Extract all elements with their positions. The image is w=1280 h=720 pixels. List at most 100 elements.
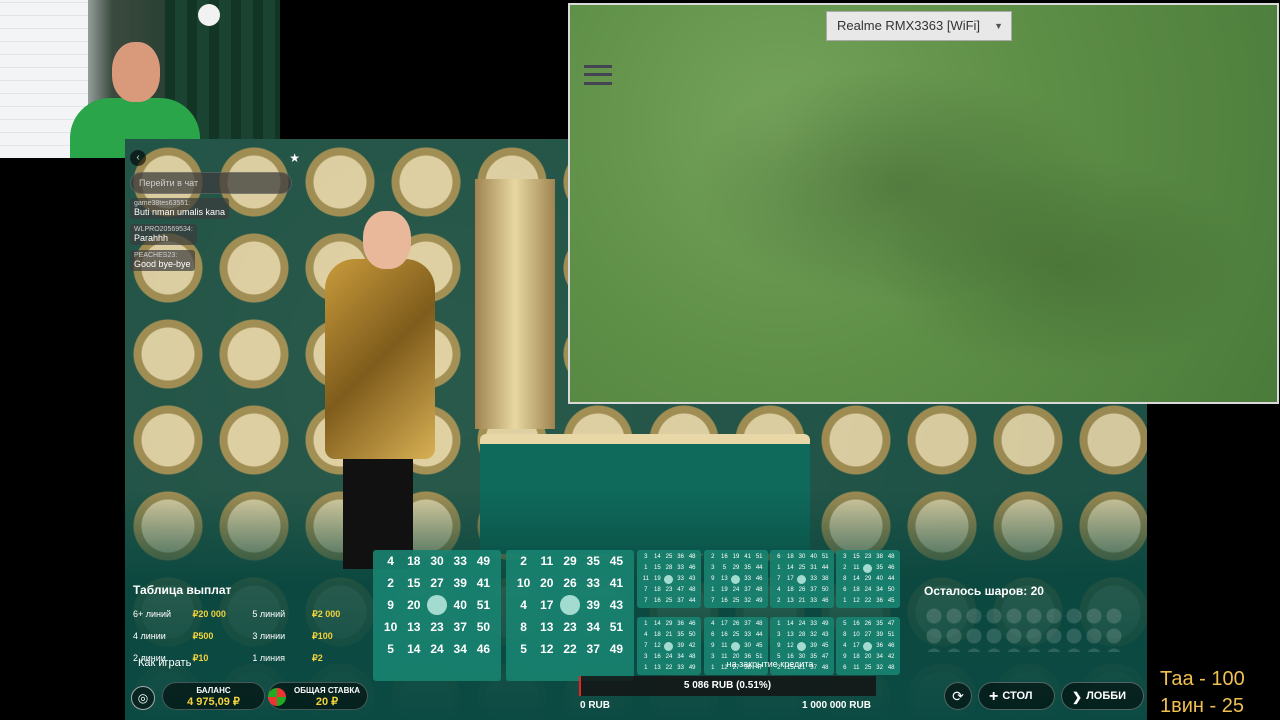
card-cell: 12 xyxy=(654,643,661,649)
card-cell: 13 xyxy=(540,620,554,634)
chat-bubble: game38tes63551: Buti nman umalis kana xyxy=(130,198,230,219)
chip-icon[interactable]: ◎ xyxy=(131,686,155,710)
card-cell: 11 xyxy=(721,643,728,649)
card-cell: 48 xyxy=(755,587,763,593)
card-cell: 38 xyxy=(876,554,883,560)
card-cell: 11 xyxy=(853,565,860,571)
card-cell: 29 xyxy=(665,621,673,627)
how-to-play-link[interactable]: Как играть xyxy=(138,657,191,669)
card-cell: 25 xyxy=(732,598,740,604)
camera-shadow xyxy=(870,155,1250,375)
card-cell: 37 xyxy=(744,587,751,593)
bingo-card[interactable]: 2 16 19 41 51 3 5 29 35 44 9 13 33 46 1 19 24 37 48 7 16 25 32… xyxy=(704,550,768,608)
card-cell: 39 xyxy=(453,576,467,590)
card-cell: 4 xyxy=(777,587,781,593)
card-cell: 3 xyxy=(644,554,648,560)
marked-cell xyxy=(862,641,874,651)
card-cell: 18 xyxy=(407,554,421,568)
card-cell: 7 xyxy=(711,598,715,604)
chat-author: PEACHES23: xyxy=(134,252,178,259)
card-cell: 34 xyxy=(453,642,467,656)
lobby-button[interactable]: ❯ ЛОББИ xyxy=(1061,682,1144,710)
card-cell: 26 xyxy=(732,621,740,627)
card-cell: 8 xyxy=(520,620,527,634)
card-cell: 33 xyxy=(810,621,817,627)
device-select-label: Realme RMX3363 [WiFi] xyxy=(837,18,981,33)
card-cell: 6 xyxy=(843,587,847,593)
card-cell: 20 xyxy=(540,576,554,590)
card-cell: 41 xyxy=(744,554,751,560)
payout-row: 6+ линий ₽20 000 5 линий ₽2 000 xyxy=(133,609,368,620)
payout-amount: ₽2 000 xyxy=(311,609,341,619)
card-cell: 37 xyxy=(810,587,817,593)
card-cell: 5 xyxy=(520,642,527,656)
chat-message: PEACHES23: Good bye-bye xyxy=(130,246,300,272)
hamburger-menu-icon[interactable] xyxy=(584,65,612,85)
card-cell: 16 xyxy=(721,554,728,560)
card-cell: 17 xyxy=(721,621,728,627)
balance-value: 4 975,09 ₽ xyxy=(187,696,240,708)
card-cell: 11 xyxy=(642,576,649,582)
card-cell: 51 xyxy=(476,598,491,612)
ball-tracker xyxy=(924,606,1124,652)
payout-amount: ₽100 xyxy=(311,631,333,641)
card-cell: 39 xyxy=(876,632,883,638)
bingo-card[interactable]: 3 14 25 36 48 1 15 28 33 46 11 19 33 43 7 18 23 47 48 7 16 25… xyxy=(637,550,701,608)
card-cell: 45 xyxy=(821,643,829,649)
card-cell: 1 xyxy=(843,598,847,604)
card-cell: 33 xyxy=(586,576,600,590)
chat-messages: game38tes63551: Buti nman umalis kana WLPR… xyxy=(130,194,300,272)
card-cell: 26 xyxy=(864,621,872,627)
card-cell: 22 xyxy=(563,642,577,656)
card-cell: 21 xyxy=(798,598,806,604)
card-cell: 34 xyxy=(876,587,883,593)
card-cell: 9 xyxy=(711,576,715,582)
card-cell: 33 xyxy=(810,598,817,604)
back-icon[interactable]: ‹ xyxy=(130,150,146,166)
arrow-right-icon: ❯ xyxy=(1072,690,1083,704)
card-cell: 43 xyxy=(821,632,829,638)
star-icon[interactable]: ★ xyxy=(289,151,300,165)
bingo-card[interactable]: 3 15 23 38 48 2 11 35 46 8 14 29 40 44 6 18 24 34 50 1 12 22 3… xyxy=(836,550,900,608)
host-head xyxy=(363,211,411,269)
marked-cell xyxy=(730,641,742,651)
marked-cell xyxy=(663,574,675,584)
card-cell: 39 xyxy=(810,643,817,649)
card-cell: 46 xyxy=(887,565,895,571)
card-cell: 25 xyxy=(732,632,740,638)
card-cell: 46 xyxy=(688,621,696,627)
card-cell: 31 xyxy=(810,565,817,571)
balls-left: Осталось шаров: 20 xyxy=(924,584,1044,598)
device-select[interactable]: Realme RMX3363 [WiFi] ▼ xyxy=(826,11,1012,41)
card-cell: 14 xyxy=(853,576,860,582)
card-cell: 36 xyxy=(876,643,883,649)
card-cell: 29 xyxy=(563,554,577,568)
table-button[interactable]: + СТОЛ xyxy=(978,682,1055,710)
chat-panel: ‹ ★ Перейти в чат game38tes63551: Buti nm… xyxy=(130,150,300,272)
reload-icon[interactable]: ⟳ xyxy=(944,682,972,710)
card-cell: 32 xyxy=(744,598,751,604)
card-cell: 15 xyxy=(853,554,860,560)
bingo-card[interactable]: 4 18 30 33 49 2 15 27 39 41 9 20 40 51 10 13 23 37 50 5 14 24… xyxy=(373,550,501,681)
card-cell: 44 xyxy=(688,598,696,604)
card-cell: 6 xyxy=(711,632,715,638)
card-cell: 4 xyxy=(644,632,648,638)
card-cell: 24 xyxy=(732,587,740,593)
bingo-card[interactable]: 6 18 30 40 51 1 14 25 31 44 7 17 33 38 4 18 26 37 50 2 13 21 3… xyxy=(770,550,834,608)
overlay-line-1: Таа - 100 xyxy=(1160,668,1245,690)
card-cell: 25 xyxy=(665,554,673,560)
chat-message: game38tes63551: Buti nman umalis kana xyxy=(130,194,300,220)
card-cell: 40 xyxy=(453,598,467,612)
card-cell: 19 xyxy=(721,587,728,593)
chat-input[interactable]: Перейти в чат xyxy=(130,172,292,194)
payout-lines: 6+ линий xyxy=(133,609,172,619)
card-cell: 35 xyxy=(677,632,684,638)
progress-max: 1 000 000 RUB xyxy=(802,700,871,711)
bingo-card[interactable]: 2 11 29 35 45 10 20 26 33 41 4 17 39 43 8 13 23 34 51 5 12 22… xyxy=(506,550,634,681)
card-cell: 35 xyxy=(876,621,883,627)
card-cell: 40 xyxy=(810,554,817,560)
card-cell: 4 xyxy=(711,621,715,627)
payout-amount: ₽500 xyxy=(192,631,214,641)
jackpot-progress: 5 086 RUB (0.51%) xyxy=(579,676,876,696)
card-cell: 46 xyxy=(476,642,491,656)
